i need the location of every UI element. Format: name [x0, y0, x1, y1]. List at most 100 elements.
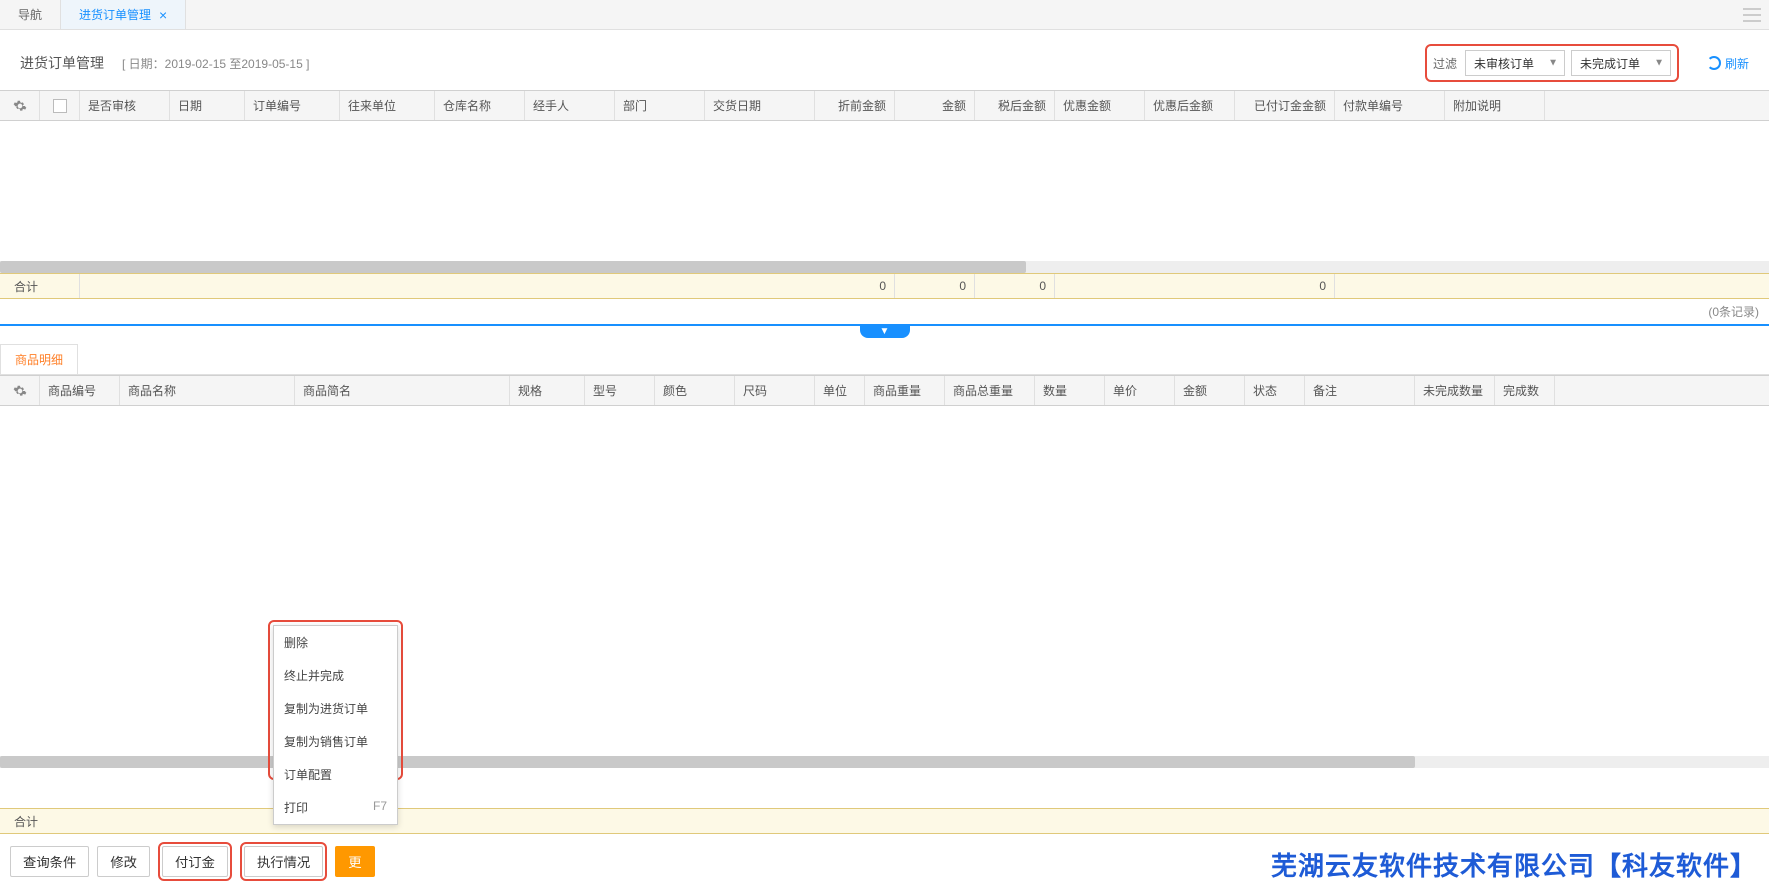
page-title: 进货订单管理 — [20, 53, 104, 73]
watermark: 芜湖云友软件技术有限公司【科友软件】 — [1271, 846, 1757, 883]
highlight-box-deposit: 付订金 — [158, 842, 232, 881]
detail-footer: 合计 — [0, 808, 1769, 834]
gear-header[interactable] — [0, 91, 40, 120]
menu-print-key: F7 — [373, 799, 387, 816]
th-dept[interactable]: 部门 — [615, 91, 705, 120]
th-qty[interactable]: 数量 — [1035, 376, 1105, 405]
menu-config-label: 订单配置 — [284, 766, 332, 783]
th-audit[interactable]: 是否审核 — [80, 91, 170, 120]
th-order-no[interactable]: 订单编号 — [245, 91, 340, 120]
tab-nav-label: 导航 — [18, 6, 42, 23]
th-preamt[interactable]: 折前金额 — [815, 91, 895, 120]
th-price[interactable]: 单价 — [1105, 376, 1175, 405]
query-button[interactable]: 查询条件 — [10, 846, 89, 877]
top-table-body — [0, 121, 1769, 261]
tabs-menu[interactable] — [1743, 0, 1769, 29]
header-right: 过滤 未审核订单 ▼ 未完成订单 ▼ 刷新 — [1425, 44, 1749, 82]
th-date[interactable]: 日期 — [170, 91, 245, 120]
menu-copy-sales[interactable]: 复制为销售订单 — [274, 725, 397, 758]
detail-table-body — [0, 406, 1769, 756]
menu-terminate-label: 终止并完成 — [284, 667, 344, 684]
scroll-thumb[interactable] — [0, 261, 1026, 273]
detail-hscroll[interactable] — [0, 756, 1769, 768]
th-item-code[interactable]: 商品编号 — [40, 376, 120, 405]
gear-header-2[interactable] — [0, 376, 40, 405]
th-delivery[interactable]: 交货日期 — [705, 91, 815, 120]
menu-print-label: 打印 — [284, 799, 308, 816]
detail-table-head: 商品编号 商品名称 商品简名 规格 型号 颜色 尺码 单位 商品重量 商品总重量… — [0, 376, 1769, 406]
th-item-short[interactable]: 商品简名 — [295, 376, 510, 405]
detail-table: 商品编号 商品名称 商品简名 规格 型号 颜色 尺码 单位 商品重量 商品总重量… — [0, 375, 1769, 768]
th-item-name[interactable]: 商品名称 — [120, 376, 295, 405]
refresh-label: 刷新 — [1725, 55, 1749, 72]
th-amt[interactable]: 金额 — [895, 91, 975, 120]
th-discount[interactable]: 优惠金额 — [1055, 91, 1145, 120]
refresh-icon — [1707, 56, 1721, 70]
th-unfinished[interactable]: 未完成数量 — [1415, 376, 1495, 405]
filter-select-2-value: 未完成订单 — [1580, 55, 1640, 72]
th-tax[interactable]: 税后金额 — [975, 91, 1055, 120]
th-model[interactable]: 型号 — [585, 376, 655, 405]
th-tweight[interactable]: 商品总重量 — [945, 376, 1035, 405]
th-weight[interactable]: 商品重量 — [865, 376, 945, 405]
th-status[interactable]: 状态 — [1245, 376, 1305, 405]
tab-nav[interactable]: 导航 — [0, 0, 61, 29]
th-color[interactable]: 颜色 — [655, 376, 735, 405]
checkbox-header[interactable] — [40, 91, 80, 120]
checkbox-icon — [53, 99, 67, 113]
close-icon[interactable]: × — [159, 7, 167, 23]
menu-terminate[interactable]: 终止并完成 — [274, 659, 397, 692]
footer-tax: 0 — [975, 274, 1055, 298]
filter-select-1-value: 未审核订单 — [1474, 55, 1534, 72]
exec-button[interactable]: 执行情况 — [244, 846, 323, 877]
detail-tab-items[interactable]: 商品明细 — [0, 344, 78, 374]
tab-active[interactable]: 进货订单管理 × — [61, 0, 186, 29]
gear-icon — [13, 99, 27, 113]
refresh-button[interactable]: 刷新 — [1707, 55, 1749, 72]
context-menu: 删除 终止并完成 复制为进货订单 复制为销售订单 订单配置 打印 F7 — [273, 625, 398, 825]
th-remark[interactable]: 附加说明 — [1445, 91, 1545, 120]
th-payno[interactable]: 付款单编号 — [1335, 91, 1445, 120]
highlight-box-exec: 执行情况 — [240, 842, 327, 881]
hamburger-icon — [1743, 8, 1761, 22]
deposit-button[interactable]: 付订金 — [162, 846, 228, 877]
chevron-down-icon: ▼ — [1654, 58, 1664, 69]
th-size[interactable]: 尺码 — [735, 376, 815, 405]
top-table-head: 是否审核 日期 订单编号 往来单位 仓库名称 经手人 部门 交货日期 折前金额 … — [0, 91, 1769, 121]
th-handler[interactable]: 经手人 — [525, 91, 615, 120]
menu-print[interactable]: 打印 F7 — [274, 791, 397, 824]
splitter-handle[interactable]: ▼ — [860, 324, 910, 338]
top-hscroll[interactable] — [0, 261, 1769, 273]
footer-label: 合计 — [0, 274, 80, 298]
records-count: (0条记录) — [0, 299, 1769, 326]
edit-button[interactable]: 修改 — [97, 846, 150, 877]
th-spec[interactable]: 规格 — [510, 376, 585, 405]
menu-config[interactable]: 订单配置 — [274, 758, 397, 791]
footer-deposit: 0 — [1235, 274, 1335, 298]
filter-select-1[interactable]: 未审核订单 ▼ — [1465, 50, 1565, 76]
th-afterdisc[interactable]: 优惠后金额 — [1145, 91, 1235, 120]
menu-copy-sales-label: 复制为销售订单 — [284, 733, 368, 750]
scroll-thumb[interactable] — [0, 756, 1415, 768]
th-deposit[interactable]: 已付订金金额 — [1235, 91, 1335, 120]
more-button[interactable]: 更 — [335, 846, 374, 877]
th-amt[interactable]: 金额 — [1175, 376, 1245, 405]
top-table-footer: 合计 0 0 0 0 — [0, 273, 1769, 299]
filter-box: 过滤 未审核订单 ▼ 未完成订单 ▼ — [1425, 44, 1679, 82]
header-row: 进货订单管理 [ 日期：2019-02-15 至2019-05-15 ] 过滤 … — [0, 30, 1769, 90]
th-warehouse[interactable]: 仓库名称 — [435, 91, 525, 120]
footer-preamt: 0 — [815, 274, 895, 298]
th-vendor[interactable]: 往来单位 — [340, 91, 435, 120]
menu-copy-purchase-label: 复制为进货订单 — [284, 700, 368, 717]
th-note[interactable]: 备注 — [1305, 376, 1415, 405]
menu-copy-purchase[interactable]: 复制为进货订单 — [274, 692, 397, 725]
chevron-down-icon: ▼ — [1548, 58, 1558, 69]
th-finished[interactable]: 完成数 — [1495, 376, 1555, 405]
menu-delete[interactable]: 删除 — [274, 626, 397, 659]
tabs-bar: 导航 进货订单管理 × — [0, 0, 1769, 30]
th-unit[interactable]: 单位 — [815, 376, 865, 405]
footer-amt: 0 — [895, 274, 975, 298]
detail-footer-label: 合计 — [14, 813, 38, 830]
filter-select-2[interactable]: 未完成订单 ▼ — [1571, 50, 1671, 76]
tab-active-label: 进货订单管理 — [79, 6, 151, 23]
